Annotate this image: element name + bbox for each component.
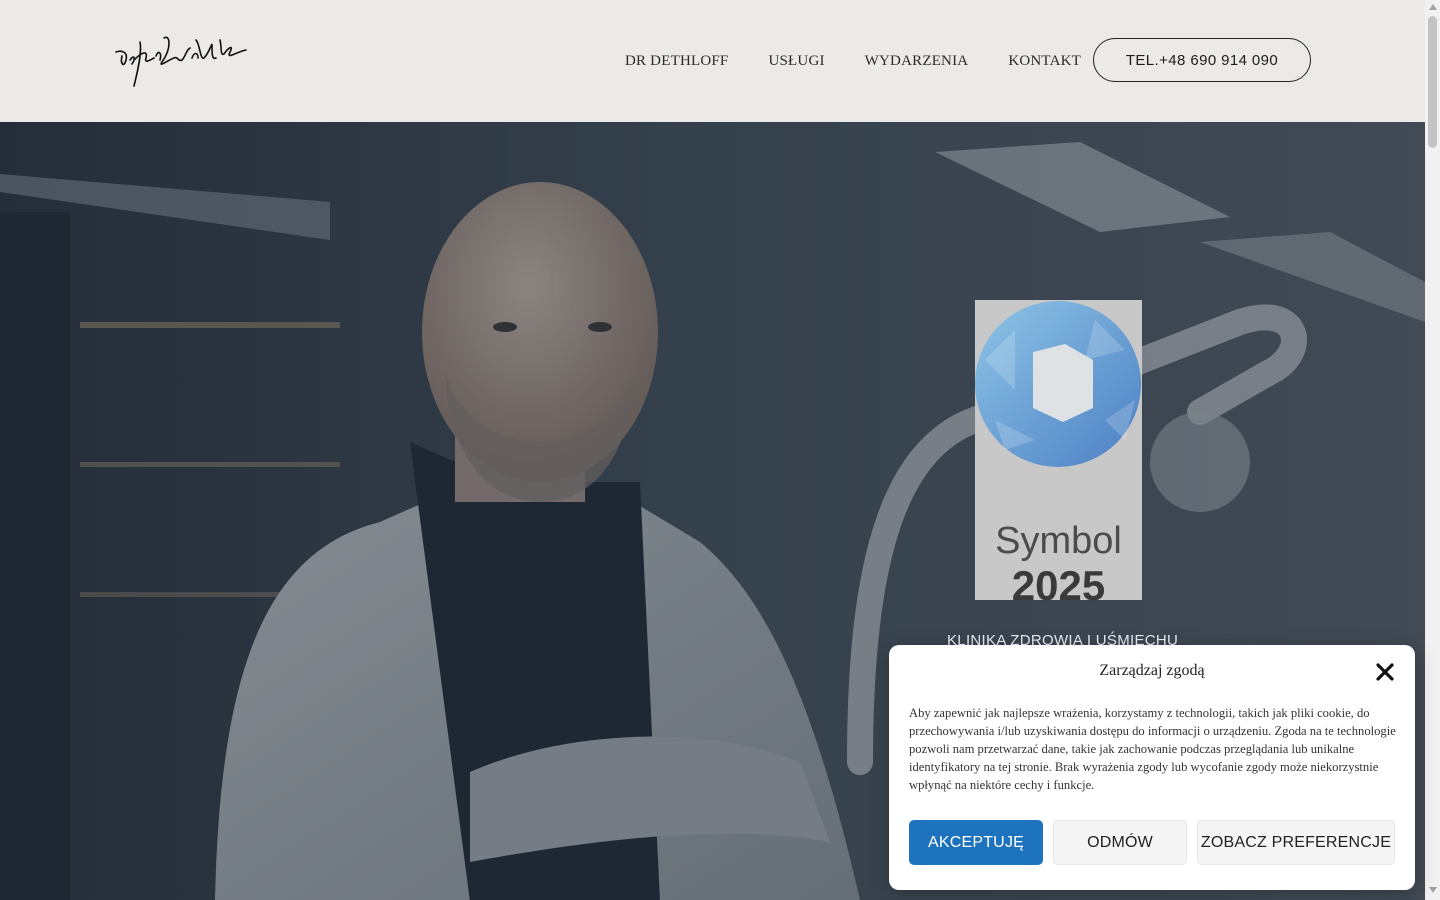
nav-item-wydarzenia[interactable]: WYDARZENIA	[865, 51, 969, 71]
nav-item-kontakt[interactable]: KONTAKT	[1008, 51, 1081, 71]
signature-logo[interactable]	[112, 30, 252, 92]
view-preferences-button[interactable]: ZOBACZ PREFERENCJE	[1197, 820, 1395, 865]
nav-item-dr-dethloff[interactable]: DR DETHLOFF	[625, 51, 728, 71]
close-icon[interactable]	[1374, 661, 1396, 683]
accept-button[interactable]: AKCEPTUJĘ	[909, 820, 1043, 865]
page-scrollbar[interactable]	[1425, 0, 1440, 900]
cookie-dialog-text: Aby zapewnić jak najlepsze wrażenia, kor…	[909, 706, 1396, 792]
deny-button[interactable]: ODMÓW	[1053, 820, 1187, 865]
symbol-award-badge: Symbol 2025	[975, 300, 1142, 609]
scroll-thumb[interactable]	[1428, 16, 1437, 148]
nav-item-uslugi[interactable]: USŁUGI	[768, 51, 824, 71]
main-nav: DR DETHLOFF USŁUGI WYDARZENIA KONTAKT	[625, 51, 1081, 71]
scroll-up-arrow-icon[interactable]	[1429, 4, 1437, 10]
phone-button[interactable]: TEL.+48 690 914 090	[1093, 38, 1311, 82]
award-word: Symbol	[995, 520, 1122, 562]
cookie-dialog-title: Zarządzaj zgodą	[1099, 662, 1205, 679]
scroll-down-arrow-icon[interactable]	[1429, 887, 1437, 893]
cookie-consent-dialog: Zarządzaj zgodą Aby zapewnić jak najleps…	[889, 645, 1415, 890]
award-year: 2025	[1011, 562, 1106, 609]
site-header: DR DETHLOFF USŁUGI WYDARZENIA KONTAKT TE…	[0, 0, 1425, 122]
